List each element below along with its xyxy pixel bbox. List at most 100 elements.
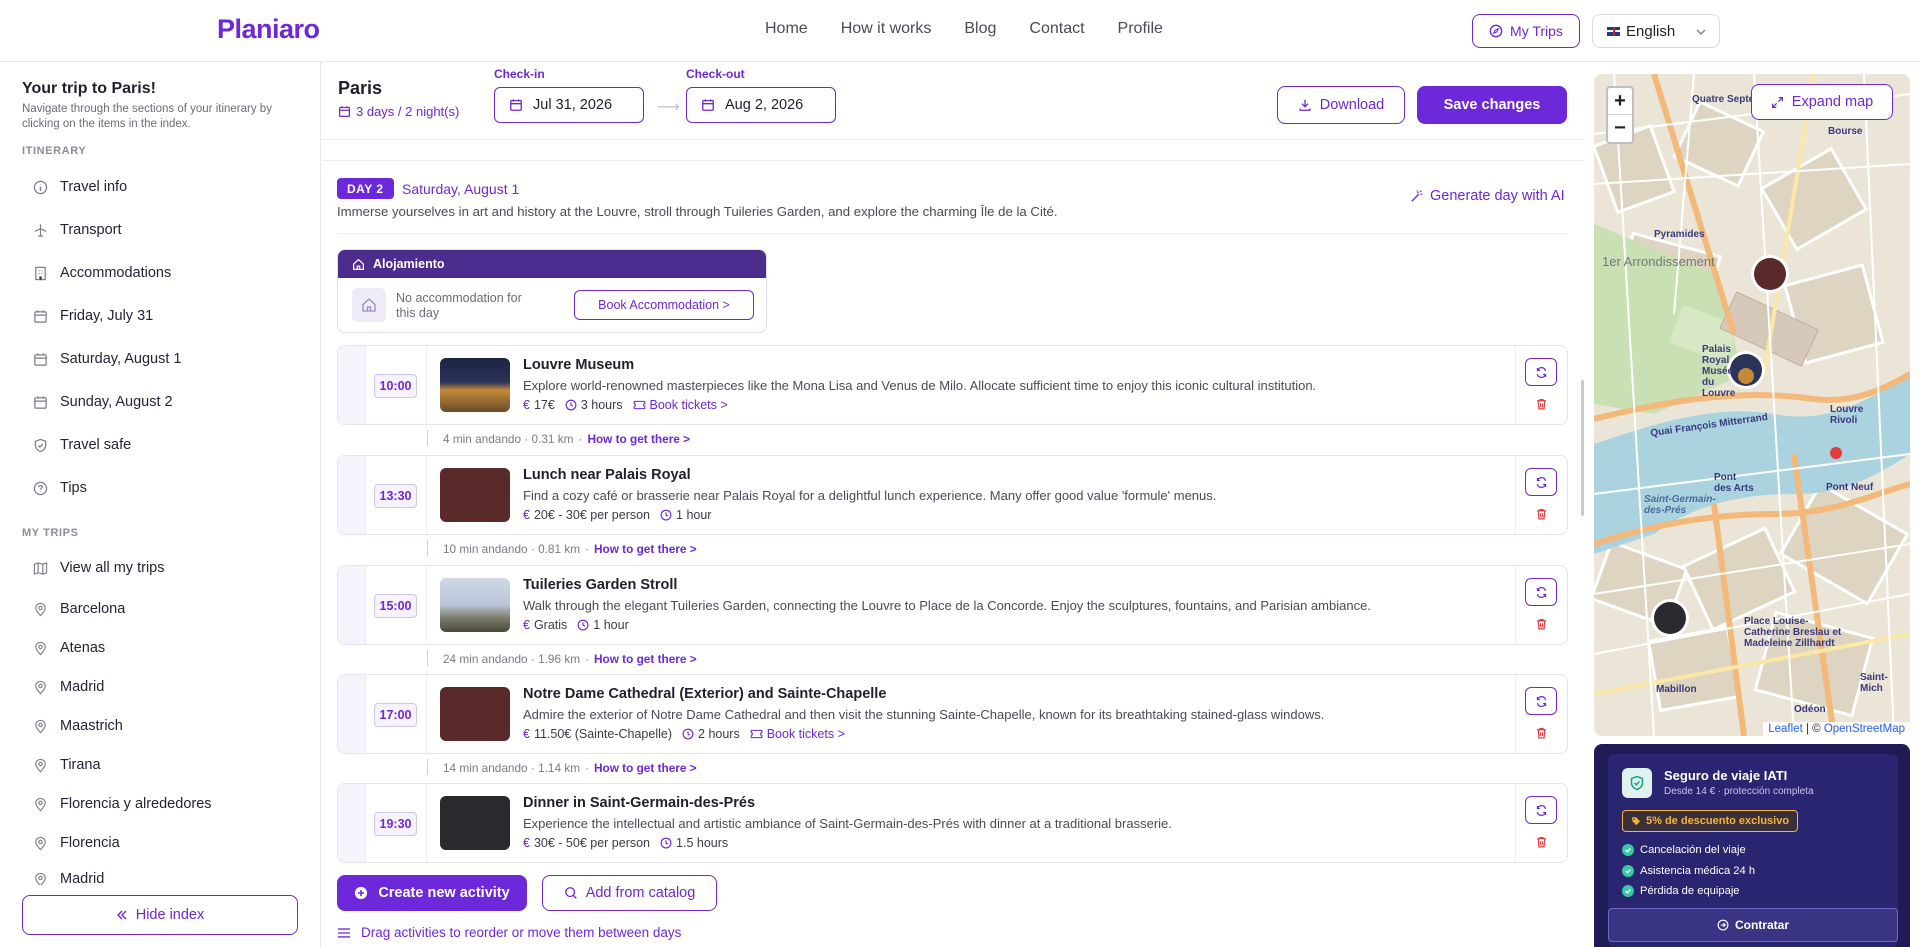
clock-icon	[660, 509, 672, 521]
book-tickets-link[interactable]: Book tickets >	[750, 727, 845, 741]
nav-contact[interactable]: Contact	[1029, 20, 1084, 38]
save-changes-button[interactable]: Save changes	[1417, 86, 1567, 124]
checkin-date-field[interactable]: Jul 31, 2026	[494, 87, 644, 123]
sidebar-item-day-2[interactable]: Saturday, August 1	[32, 348, 181, 370]
replace-activity-button[interactable]	[1525, 687, 1557, 715]
sidebar-item-trip-maastrich[interactable]: Maastrich	[32, 715, 123, 737]
download-button[interactable]: Download	[1277, 86, 1405, 124]
activity-card[interactable]: 13:30 Lunch near Palais Royal Find a coz…	[337, 455, 1568, 535]
drag-handle[interactable]	[338, 456, 366, 534]
sidebar-item-trip-atenas[interactable]: Atenas	[32, 637, 105, 659]
transfer-text: 10 min andando · 0.81 km	[443, 542, 581, 556]
nav-home[interactable]: Home	[765, 20, 808, 38]
double-chevron-left-icon	[116, 909, 128, 921]
drag-handle[interactable]	[338, 784, 366, 862]
activity-time[interactable]: 19:30	[374, 812, 417, 836]
expand-map-button[interactable]: Expand map	[1751, 84, 1893, 120]
activity-title[interactable]: Louvre Museum	[523, 357, 634, 373]
how-to-get-there-link[interactable]: How to get there >	[594, 761, 697, 775]
divider	[426, 346, 427, 424]
sidebar-item-trip-madrid-2[interactable]: Madrid	[32, 871, 104, 885]
activity-time[interactable]: 17:00	[374, 703, 417, 727]
activity-price: 11.50€ (Sainte-Chapelle)	[533, 727, 673, 741]
scrollbar[interactable]	[1581, 380, 1584, 516]
day-badge: DAY 2	[337, 178, 394, 199]
hide-index-button[interactable]: Hide index	[22, 895, 298, 935]
sidebar-item-travel-info[interactable]: Travel info	[32, 176, 127, 198]
logo[interactable]: Planiaro	[217, 14, 320, 45]
osm-link[interactable]: OpenStreetMap	[1824, 723, 1905, 735]
sidebar-item-trip-tirana[interactable]: Tirana	[32, 754, 101, 776]
replace-activity-button[interactable]	[1525, 358, 1557, 386]
divider	[1515, 566, 1516, 644]
drag-handle[interactable]	[338, 566, 366, 644]
sidebar-item-trip-barcelona[interactable]: Barcelona	[32, 598, 125, 620]
activity-duration: 2 hours	[698, 727, 740, 741]
contratar-button[interactable]: Contratar	[1608, 908, 1898, 942]
refresh-icon	[1535, 476, 1548, 489]
checkout-date-field[interactable]: Aug 2, 2026	[686, 87, 836, 123]
activity-card[interactable]: 19:30 Dinner in Saint-Germain-des-Prés E…	[337, 783, 1568, 863]
activity-time[interactable]: 13:30	[374, 484, 417, 508]
activity-title[interactable]: Lunch near Palais Royal	[523, 467, 691, 483]
activity-title[interactable]: Dinner in Saint-Germain-des-Prés	[523, 795, 755, 811]
sidebar-item-day-3[interactable]: Sunday, August 2	[32, 391, 173, 413]
map-label: Pyramides	[1654, 229, 1705, 240]
my-trips-heading: MY TRIPS	[22, 527, 79, 539]
replace-activity-button[interactable]	[1525, 468, 1557, 496]
delete-activity-button[interactable]	[1525, 504, 1557, 524]
activity-time[interactable]: 15:00	[374, 594, 417, 618]
search-icon	[564, 886, 578, 900]
zoom-out-button[interactable]: −	[1608, 115, 1632, 142]
nav-how-it-works[interactable]: How it works	[841, 20, 932, 38]
euro-icon: €	[523, 508, 530, 522]
activity-card[interactable]: 15:00 Tuileries Garden Stroll Walk throu…	[337, 565, 1568, 645]
activity-card[interactable]: 17:00 Notre Dame Cathedral (Exterior) an…	[337, 674, 1568, 754]
drag-handle[interactable]	[338, 675, 366, 753]
activity-card[interactable]: 10:00 Louvre Museum Explore world-renown…	[337, 345, 1568, 425]
add-from-catalog-button[interactable]: Add from catalog	[542, 875, 717, 911]
how-to-get-there-link[interactable]: How to get there >	[594, 652, 697, 666]
replace-activity-button[interactable]	[1525, 578, 1557, 606]
sidebar-item-day-1[interactable]: Friday, July 31	[32, 305, 153, 327]
delete-activity-button[interactable]	[1525, 394, 1557, 414]
sidebar-item-label: Madrid	[60, 679, 105, 695]
activity-time[interactable]: 10:00	[374, 374, 417, 398]
delete-activity-button[interactable]	[1525, 723, 1557, 743]
drag-handle[interactable]	[338, 346, 366, 424]
book-tickets-label: Book tickets >	[766, 727, 845, 741]
sidebar-item-accommodations[interactable]: Accommodations	[32, 262, 171, 284]
leaflet-link[interactable]: Leaflet	[1768, 723, 1803, 735]
nav-profile[interactable]: Profile	[1118, 20, 1163, 38]
book-tickets-link[interactable]: Book tickets >	[633, 398, 728, 412]
map-icon	[32, 560, 48, 576]
activity-title[interactable]: Notre Dame Cathedral (Exterior) and Sain…	[523, 686, 886, 702]
activity-price: 20€ - 30€ per person	[533, 508, 651, 522]
activity-meta: €17€ 3 hours Book tickets >	[523, 398, 728, 412]
how-to-get-there-link[interactable]: How to get there >	[587, 432, 690, 446]
activity-price: 17€	[533, 398, 555, 412]
delete-activity-button[interactable]	[1525, 832, 1557, 852]
divider	[426, 456, 427, 534]
book-accommodation-button[interactable]: Book Accommodation >	[574, 290, 754, 320]
delete-activity-button[interactable]	[1525, 614, 1557, 634]
sidebar-item-trip-madrid[interactable]: Madrid	[32, 676, 104, 698]
language-select[interactable]: English	[1592, 14, 1720, 48]
activity-title[interactable]: Tuileries Garden Stroll	[523, 577, 677, 593]
sidebar-item-travel-safe[interactable]: Travel safe	[32, 434, 131, 456]
sidebar-item-trip-florencia-alrededores[interactable]: Florencia y alrededores	[32, 793, 212, 815]
my-trips-button[interactable]: My Trips	[1472, 14, 1580, 48]
sidebar-item-tips[interactable]: Tips	[32, 477, 87, 499]
nav-blog[interactable]: Blog	[964, 20, 996, 38]
map-zoom-control: + −	[1606, 86, 1634, 144]
euro-icon: €	[523, 398, 530, 412]
create-activity-button[interactable]: Create new activity	[337, 875, 527, 911]
sidebar-item-view-all-trips[interactable]: View all my trips	[32, 557, 164, 579]
how-to-get-there-link[interactable]: How to get there >	[594, 542, 697, 556]
generate-day-ai-button[interactable]: Generate day with AI	[1410, 188, 1565, 204]
sidebar-item-trip-florencia[interactable]: Florencia	[32, 832, 120, 854]
map-view[interactable]: Quatre Septembre Bourse Pyramides 1er Ar…	[1594, 74, 1910, 736]
replace-activity-button[interactable]	[1525, 796, 1557, 824]
zoom-in-button[interactable]: +	[1608, 88, 1632, 115]
sidebar-item-transport[interactable]: Transport	[32, 219, 122, 241]
